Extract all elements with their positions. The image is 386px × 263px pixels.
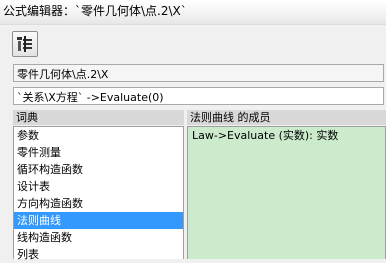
list-item[interactable]: 设计表 xyxy=(14,178,183,195)
title-bar: 公式编辑器：`零件几何体\点.2\X` xyxy=(0,0,386,25)
member-item[interactable]: Law->Evaluate (实数): 实数 xyxy=(188,127,385,144)
list-item[interactable]: 参数 xyxy=(14,127,183,144)
formula-browser-icon xyxy=(17,36,32,52)
formula-browser-button[interactable] xyxy=(12,31,38,57)
list-item[interactable]: 列表 xyxy=(14,246,183,263)
list-item[interactable]: 零件测量 xyxy=(14,144,183,161)
dictionary-header: 词典 xyxy=(13,110,184,125)
formula-input[interactable]: `关系\X方程` ->Evaluate(0) xyxy=(13,87,384,105)
parameter-name-field[interactable]: 零件几何体\点.2\X xyxy=(13,64,384,82)
list-item-selected[interactable]: 法则曲线 xyxy=(14,212,183,229)
list-item[interactable]: 方向构造函数 xyxy=(14,195,183,212)
window-title: 公式编辑器：`零件几何体\点.2\X` xyxy=(3,4,187,18)
list-item[interactable]: 循环构造函数 xyxy=(14,161,183,178)
list-item[interactable]: 线构造函数 xyxy=(14,229,183,246)
members-list[interactable]: Law->Evaluate (实数): 实数 xyxy=(187,126,386,259)
dictionary-list[interactable]: 参数 零件测量 循环构造函数 设计表 方向构造函数 法则曲线 线构造函数 列表 xyxy=(13,126,184,261)
members-header: 法则曲线 的成员 xyxy=(187,110,386,125)
